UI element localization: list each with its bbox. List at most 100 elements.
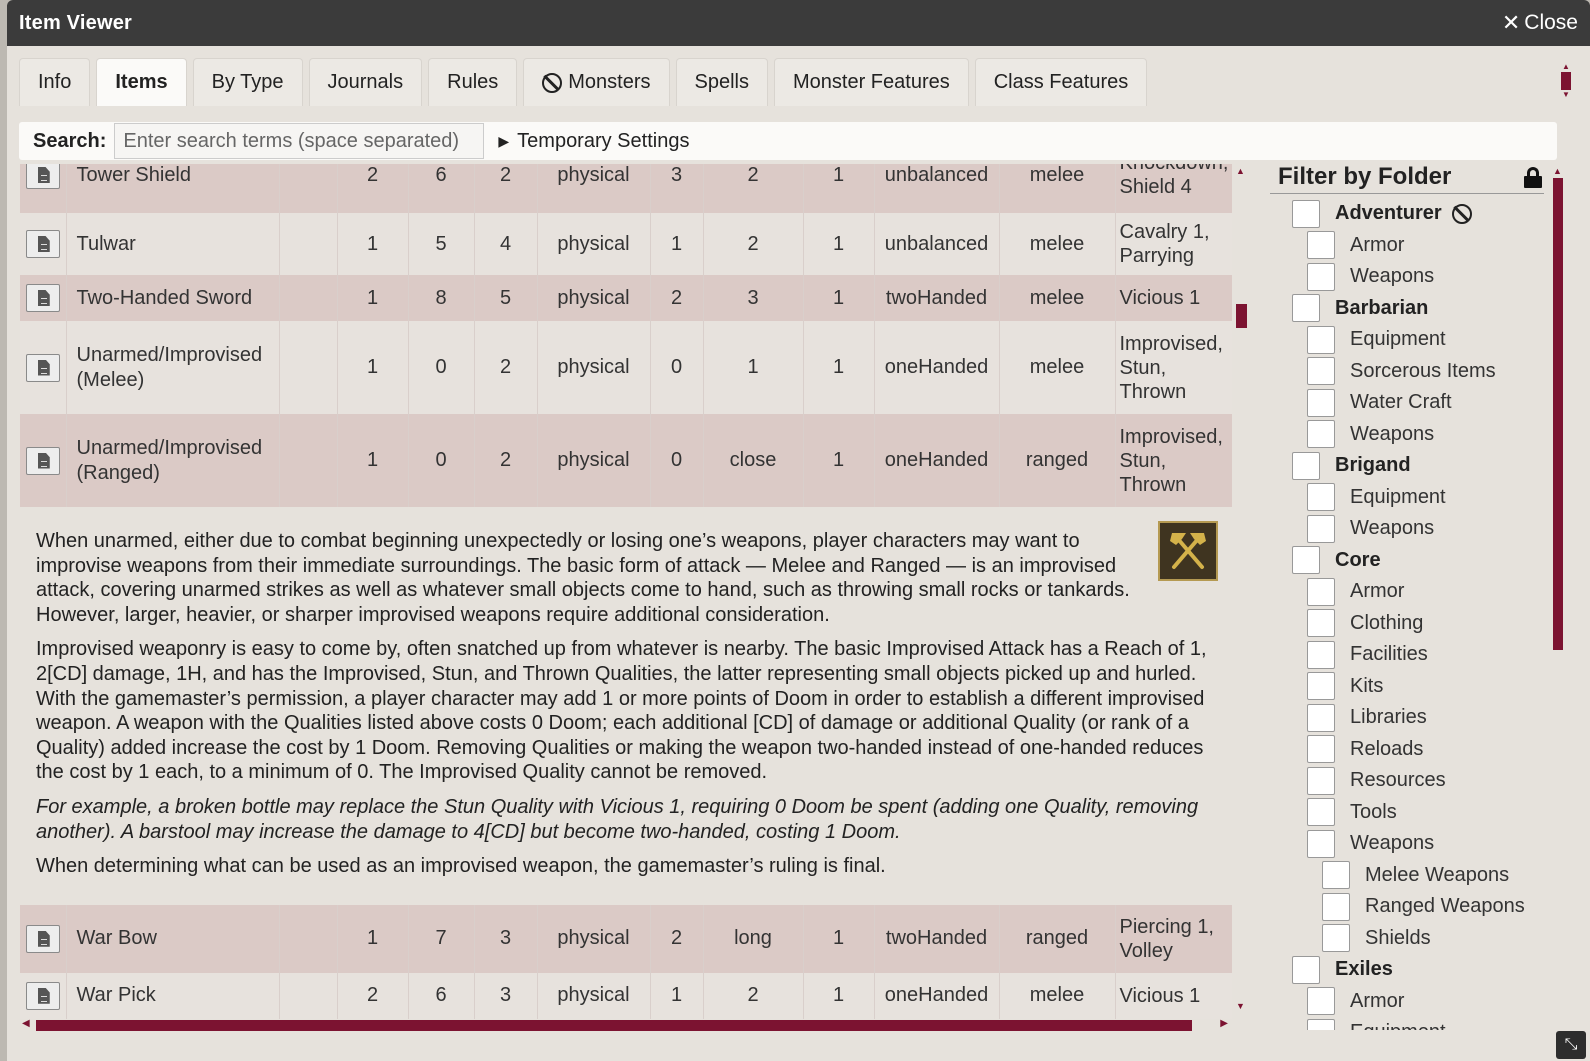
scroll-thumb[interactable] xyxy=(1553,178,1563,650)
folder-checkbox[interactable] xyxy=(1292,199,1320,228)
folder-item[interactable]: Weapons xyxy=(1270,513,1552,545)
tab-spells[interactable]: Spells xyxy=(675,58,768,106)
folder-item[interactable]: Barbarian xyxy=(1270,293,1552,325)
close-button[interactable]: ✕ Close xyxy=(1502,10,1578,36)
item-name[interactable]: War Pick xyxy=(66,972,280,1019)
list-horizontal-scrollbar[interactable]: ◀ ▶ xyxy=(20,1018,1232,1032)
item-list[interactable]: Tower Shield 2 6 2 physical 3 2 1 unbala… xyxy=(20,164,1232,1019)
table-row[interactable]: Unarmed/Improvised (Melee) 1 0 2 physica… xyxy=(20,321,1232,414)
folder-checkbox[interactable] xyxy=(1307,357,1335,386)
folder-item[interactable]: Ranged Weapons xyxy=(1270,891,1552,923)
table-row[interactable]: War Pick 2 6 3 physical 1 2 1 oneHanded … xyxy=(20,972,1232,1019)
folder-item[interactable]: Equipment xyxy=(1270,1017,1552,1030)
tab-info[interactable]: Info xyxy=(19,58,91,106)
document-icon[interactable] xyxy=(25,981,60,1010)
folder-checkbox[interactable] xyxy=(1307,325,1335,354)
table-row[interactable]: Tower Shield 2 6 2 physical 3 2 1 unbala… xyxy=(20,164,1232,213)
tab-by-type[interactable]: By Type xyxy=(192,58,303,106)
folder-item[interactable]: Weapons xyxy=(1270,828,1552,860)
title-bar[interactable]: Item Viewer ✕ Close xyxy=(7,0,1590,46)
scroll-up-icon[interactable]: ▲ xyxy=(1561,62,1571,71)
folder-item[interactable]: Tools xyxy=(1270,797,1552,829)
document-icon[interactable] xyxy=(25,446,60,475)
tab-monsters[interactable]: Monsters xyxy=(523,58,670,106)
document-icon[interactable] xyxy=(25,164,60,189)
folder-checkbox[interactable] xyxy=(1307,388,1335,417)
folder-item[interactable]: Shields xyxy=(1270,923,1552,955)
document-icon[interactable] xyxy=(25,924,60,953)
folder-checkbox[interactable] xyxy=(1307,640,1335,669)
scroll-right-icon[interactable]: ▶ xyxy=(1220,1018,1228,1029)
folder-item[interactable]: Adventurer xyxy=(1270,198,1552,230)
folder-item[interactable]: Facilities xyxy=(1270,639,1552,671)
scroll-up-icon[interactable]: ▲ xyxy=(1236,166,1245,176)
folder-checkbox[interactable] xyxy=(1307,231,1335,260)
document-icon[interactable] xyxy=(25,353,60,382)
document-icon[interactable] xyxy=(25,284,60,312)
document-icon[interactable] xyxy=(25,230,60,258)
folder-item[interactable]: Sorcerous Items xyxy=(1270,356,1552,388)
folder-checkbox[interactable] xyxy=(1307,1018,1335,1030)
scroll-left-icon[interactable]: ◀ xyxy=(22,1018,30,1029)
item-name[interactable]: Tower Shield xyxy=(66,164,280,213)
folder-item[interactable]: Equipment xyxy=(1270,324,1552,356)
folder-checkbox[interactable] xyxy=(1307,262,1335,291)
folder-item[interactable]: Kits xyxy=(1270,671,1552,703)
folder-checkbox[interactable] xyxy=(1292,546,1320,575)
item-name[interactable]: Unarmed/Improvised (Ranged) xyxy=(66,414,280,507)
tab-rules[interactable]: Rules xyxy=(428,58,518,106)
lock-icon[interactable] xyxy=(1524,167,1542,188)
scroll-down-icon[interactable]: ▼ xyxy=(1561,90,1571,99)
folder-item[interactable]: Armor xyxy=(1270,576,1552,608)
folder-checkbox[interactable] xyxy=(1322,892,1350,921)
folder-item[interactable]: Resources xyxy=(1270,765,1552,797)
folder-item[interactable]: Armor xyxy=(1270,986,1552,1018)
folder-item[interactable]: Core xyxy=(1270,545,1552,577)
table-row[interactable]: War Bow 1 7 3 physical 2 long 1 twoHande… xyxy=(20,904,1232,973)
folder-checkbox[interactable] xyxy=(1292,955,1320,984)
folder-item[interactable]: Brigand xyxy=(1270,450,1552,482)
folder-item[interactable]: Armor xyxy=(1270,230,1552,262)
folder-item[interactable]: Equipment xyxy=(1270,482,1552,514)
folder-scrollbar[interactable]: ▲ xyxy=(1552,166,1564,1028)
list-vertical-scrollbar[interactable]: ▲ ▼ xyxy=(1234,164,1248,1011)
scroll-thumb[interactable] xyxy=(36,1020,1192,1031)
folder-checkbox[interactable] xyxy=(1292,294,1320,323)
folder-item[interactable]: Melee Weapons xyxy=(1270,860,1552,892)
folder-checkbox[interactable] xyxy=(1307,672,1335,701)
table-row[interactable]: Unarmed/Improvised (Ranged) 1 0 2 physic… xyxy=(20,414,1232,507)
temporary-settings-toggle[interactable]: ▶ Temporary Settings xyxy=(498,130,689,153)
folder-checkbox[interactable] xyxy=(1307,766,1335,795)
folder-checkbox[interactable] xyxy=(1307,577,1335,606)
resize-icon[interactable]: ⤡ xyxy=(1556,1031,1586,1059)
table-row[interactable]: Tulwar 1 5 4 physical 1 2 1 unbalanced m… xyxy=(20,213,1232,275)
folder-checkbox[interactable] xyxy=(1307,798,1335,827)
folder-checkbox[interactable] xyxy=(1307,420,1335,449)
tab-journals[interactable]: Journals xyxy=(308,58,423,106)
search-input[interactable] xyxy=(114,123,485,159)
folder-checkbox[interactable] xyxy=(1322,861,1350,890)
tab-scrollbar[interactable]: ▲ ▼ xyxy=(1560,62,1572,100)
scroll-up-icon[interactable]: ▲ xyxy=(1553,166,1562,176)
tab-class-features[interactable]: Class Features xyxy=(974,58,1148,106)
item-name[interactable]: Unarmed/Improvised (Melee) xyxy=(66,321,280,414)
folder-checkbox[interactable] xyxy=(1307,829,1335,858)
folder-checkbox[interactable] xyxy=(1307,483,1335,512)
tab-monster-features[interactable]: Monster Features xyxy=(774,58,969,106)
scroll-thumb[interactable] xyxy=(1236,304,1247,328)
item-name[interactable]: War Bow xyxy=(66,904,280,973)
folder-item[interactable]: Libraries xyxy=(1270,702,1552,734)
folder-checkbox[interactable] xyxy=(1322,924,1350,953)
folder-checkbox[interactable] xyxy=(1307,609,1335,638)
folder-checkbox[interactable] xyxy=(1307,703,1335,732)
scroll-thumb[interactable] xyxy=(1561,72,1571,90)
folder-item[interactable]: Weapons xyxy=(1270,261,1552,293)
folder-item[interactable]: Reloads xyxy=(1270,734,1552,766)
folder-item[interactable]: Water Craft xyxy=(1270,387,1552,419)
folder-item[interactable]: Clothing xyxy=(1270,608,1552,640)
folder-checkbox[interactable] xyxy=(1307,735,1335,764)
ban-icon[interactable] xyxy=(1451,203,1472,224)
folder-checkbox[interactable] xyxy=(1307,987,1335,1016)
folder-item[interactable]: Exiles xyxy=(1270,954,1552,986)
folder-item[interactable]: Weapons xyxy=(1270,419,1552,451)
